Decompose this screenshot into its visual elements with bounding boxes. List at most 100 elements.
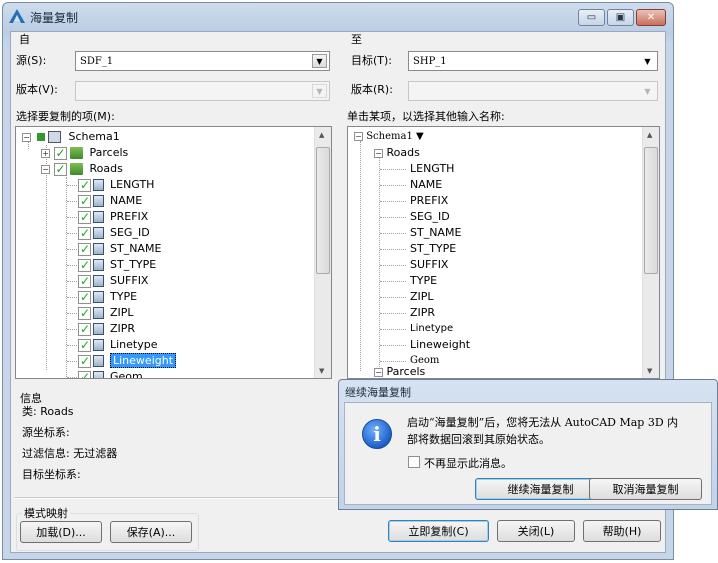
- tree-connector: [380, 265, 406, 266]
- field-checkbox[interactable]: [78, 225, 91, 241]
- target-tree-scrollbar[interactable]: ▲ ▼: [642, 127, 659, 378]
- source-tree-field[interactable]: ZIPL: [78, 305, 134, 321]
- target-tree-layer[interactable]: − Parcels: [374, 364, 425, 378]
- field-checkbox[interactable]: [78, 289, 91, 305]
- target-tree-schema[interactable]: − Schema1 ▼: [354, 129, 424, 145]
- minimize-button[interactable]: ▭: [578, 9, 605, 26]
- close-button[interactable]: 关闭(L): [497, 520, 575, 542]
- field-checkbox[interactable]: [78, 369, 91, 378]
- collapse-icon[interactable]: −: [41, 164, 50, 174]
- dont-show-checkbox[interactable]: [408, 456, 420, 468]
- source-tree-scrollbar[interactable]: ▲ ▼: [314, 127, 331, 378]
- source-tree-field[interactable]: ST_NAME: [78, 241, 161, 257]
- field-checkbox[interactable]: [78, 321, 91, 337]
- source-tree[interactable]: − Schema1 + Parcels − Roads LENGTHNAMEPR…: [15, 126, 332, 379]
- field-checkbox[interactable]: [78, 353, 91, 369]
- source-tree-field[interactable]: SEG_ID: [78, 225, 150, 241]
- field-checkbox[interactable]: [78, 193, 91, 209]
- tree-connector: [380, 169, 406, 170]
- scroll-down-icon[interactable]: ▼: [319, 367, 324, 375]
- help-button[interactable]: 帮助(H): [583, 520, 661, 542]
- field-checkbox[interactable]: [78, 273, 91, 289]
- target-tree-field[interactable]: SUFFIX: [410, 257, 448, 273]
- chevron-down-icon[interactable]: ▼: [640, 54, 655, 68]
- target-tree-field[interactable]: Lineweight: [410, 337, 470, 353]
- target-select[interactable]: SHP_1 ▼: [408, 51, 658, 71]
- target-tree-field[interactable]: TYPE: [410, 273, 437, 289]
- target-group-label: 至: [351, 33, 362, 46]
- close-window-button[interactable]: ✕: [636, 9, 666, 26]
- source-tree-field[interactable]: Geom: [78, 369, 143, 378]
- target-tree-layer[interactable]: − Roads: [374, 145, 420, 161]
- field-checkbox[interactable]: [78, 177, 91, 193]
- target-tree-field[interactable]: LENGTH: [410, 161, 454, 177]
- target-tree-field[interactable]: Linetype: [410, 321, 453, 337]
- target-label: 目标(T):: [351, 54, 393, 67]
- expand-icon[interactable]: +: [41, 148, 50, 158]
- source-tree-field[interactable]: ST_TYPE: [78, 257, 156, 273]
- field-icon: [93, 339, 104, 351]
- target-tree-field[interactable]: ST_TYPE: [410, 241, 456, 257]
- tree-connector: [380, 233, 406, 234]
- close-icon: ✕: [646, 12, 656, 23]
- source-tree-layer[interactable]: + Parcels: [41, 145, 128, 161]
- tree-connector: [380, 313, 406, 314]
- target-tree[interactable]: − Schema1 ▼ − Roads LENGTH NAME PREFIX SEG_…: [347, 126, 660, 379]
- chevron-down-icon[interactable]: ▼: [312, 54, 327, 68]
- field-icon: [93, 371, 104, 378]
- target-tree-field[interactable]: PREFIX: [410, 193, 448, 209]
- source-tree-field[interactable]: PREFIX: [78, 209, 148, 225]
- dropdown-arrow-icon[interactable]: ▼: [416, 131, 424, 142]
- source-version-select[interactable]: ▼: [75, 81, 330, 101]
- collapse-icon[interactable]: −: [22, 132, 31, 142]
- source-tree-schema[interactable]: − Schema1: [22, 129, 120, 145]
- field-checkbox[interactable]: [78, 257, 91, 273]
- collapse-icon[interactable]: −: [374, 367, 383, 377]
- layer-checkbox[interactable]: [53, 161, 67, 177]
- target-tree-field[interactable]: SEG_ID: [410, 209, 450, 225]
- source-tree-field[interactable]: LENGTH: [78, 177, 154, 193]
- scrollbar-thumb[interactable]: [316, 147, 330, 274]
- scroll-down-icon[interactable]: ▼: [647, 367, 652, 375]
- chevron-down-icon[interactable]: ▼: [640, 84, 655, 98]
- source-tree-field[interactable]: Linetype: [78, 337, 158, 353]
- target-version-select[interactable]: ▼: [408, 81, 658, 101]
- field-checkbox[interactable]: [78, 241, 91, 257]
- target-items-label: 单击某项，以选择其他输入名称:: [347, 110, 505, 123]
- continue-copy-dialog: 继续海量复制 i 启动“海量复制”后，您将无法从 AutoCAD Map 3D …: [338, 379, 718, 510]
- schema-mapping-label: 模式映射: [22, 505, 70, 521]
- tree-connector: [380, 281, 406, 282]
- layer-checkbox[interactable]: [53, 145, 67, 161]
- collapse-icon[interactable]: −: [354, 132, 363, 141]
- source-select[interactable]: SDF_1 ▼: [75, 51, 330, 71]
- source-select-value: SDF_1: [80, 56, 114, 67]
- minimize-icon: ▭: [586, 12, 597, 23]
- load-mapping-button[interactable]: 加载(D)...: [20, 521, 102, 543]
- tree-connector: [380, 329, 406, 330]
- field-checkbox[interactable]: [78, 209, 91, 225]
- target-tree-field[interactable]: NAME: [410, 177, 442, 193]
- source-tree-field[interactable]: Lineweight: [78, 353, 177, 369]
- source-tree-field[interactable]: NAME: [78, 193, 142, 209]
- field-icon: [93, 227, 104, 239]
- collapse-icon[interactable]: −: [374, 148, 383, 158]
- continue-copy-button[interactable]: 继续海量复制: [475, 478, 606, 500]
- scroll-up-icon[interactable]: ▲: [319, 131, 324, 139]
- source-tree-field[interactable]: SUFFIX: [78, 273, 148, 289]
- target-tree-field[interactable]: ZIPR: [410, 305, 435, 321]
- scrollbar-thumb[interactable]: [644, 147, 658, 274]
- source-tree-field[interactable]: TYPE: [78, 289, 137, 305]
- field-icon: [93, 179, 104, 191]
- source-tree-layer[interactable]: − Roads: [41, 161, 123, 177]
- field-checkbox[interactable]: [78, 337, 91, 353]
- target-tree-field[interactable]: ST_NAME: [410, 225, 461, 241]
- target-tree-field[interactable]: ZIPL: [410, 289, 434, 305]
- save-mapping-button[interactable]: 保存(A)...: [110, 521, 192, 543]
- scroll-up-icon[interactable]: ▲: [647, 131, 652, 139]
- copy-now-button[interactable]: 立即复制(C): [388, 520, 489, 542]
- restore-button[interactable]: ▣: [607, 9, 634, 26]
- field-checkbox[interactable]: [78, 305, 91, 321]
- source-tree-field[interactable]: ZIPR: [78, 321, 135, 337]
- chevron-down-icon[interactable]: ▼: [312, 84, 327, 98]
- cancel-copy-button[interactable]: 取消海量复制: [589, 478, 702, 500]
